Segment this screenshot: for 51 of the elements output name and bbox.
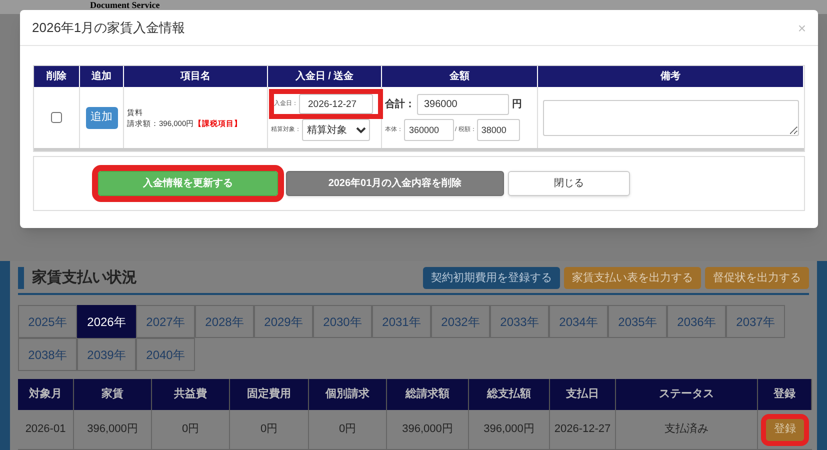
logo-subtitle: Document Service: [90, 0, 160, 10]
action-button[interactable]: 契約初期費用を登録する: [423, 267, 560, 289]
settle-select[interactable]: 精算対象: [302, 119, 370, 141]
table-cell: 396,000円: [74, 410, 152, 449]
year-tab[interactable]: 2028年: [195, 305, 254, 338]
table-cell: 396,000円: [469, 410, 550, 449]
tax-field[interactable]: 38000: [477, 119, 520, 141]
year-tab[interactable]: 2029年: [254, 305, 313, 338]
table-cell: 支払済み: [616, 410, 758, 449]
year-tab[interactable]: 2036年: [667, 305, 726, 338]
table-cell: 0円: [309, 410, 387, 449]
year-tab[interactable]: 2037年: [726, 305, 785, 338]
date-field[interactable]: 2026-12-27: [299, 94, 373, 114]
year-tab[interactable]: 2035年: [608, 305, 667, 338]
modal-title: 2026年1月の家賃入金情報: [32, 18, 186, 37]
year-tab[interactable]: 2031年: [372, 305, 431, 338]
year-tab[interactable]: 2033年: [490, 305, 549, 338]
column-header: 項目名: [124, 66, 268, 87]
table-cell: 2026-12-27: [550, 410, 616, 449]
year-tab[interactable]: 2040年: [136, 338, 195, 371]
register-button[interactable]: 登録: [766, 418, 804, 440]
column-header: 追加: [80, 66, 124, 87]
column-header: 削除: [34, 66, 80, 87]
remarks-field[interactable]: [543, 100, 799, 136]
delete-checkbox[interactable]: [51, 112, 62, 123]
table-cell: 0円: [230, 410, 309, 449]
action-button[interactable]: 家賃支払い表を出力する: [564, 267, 701, 289]
table-cell: 396,000円: [387, 410, 469, 449]
year-tab[interactable]: 2038年: [18, 338, 77, 371]
total-label: 合計：: [385, 98, 415, 112]
add-button[interactable]: 追加: [86, 106, 118, 128]
dialog-button[interactable]: 2026年01月の入金内容を削除: [286, 171, 504, 196]
table-cell: 2026-01: [18, 410, 74, 449]
column-header: 入金日 / 送金: [268, 66, 382, 87]
column-header: 金額: [382, 66, 538, 87]
base-field[interactable]: 360000: [404, 119, 454, 141]
close-button[interactable]: ×: [798, 20, 806, 34]
table-cell: 0円: [152, 410, 230, 449]
year-tab[interactable]: 2039年: [77, 338, 136, 371]
year-tab[interactable]: 2034年: [549, 305, 608, 338]
year-tab[interactable]: 2026年: [77, 305, 136, 338]
total-field[interactable]: 396000: [417, 94, 509, 115]
yen-unit: 円: [512, 98, 522, 112]
year-tab[interactable]: 2027年: [136, 305, 195, 338]
dialog-button[interactable]: 閉じる: [508, 171, 630, 196]
column-header: 備考: [538, 66, 804, 87]
section-title: 家賃支払い状況: [18, 267, 137, 289]
year-tab[interactable]: 2032年: [431, 305, 490, 338]
action-button[interactable]: 督促状を出力する: [705, 267, 809, 289]
year-tab[interactable]: 2030年: [313, 305, 372, 338]
year-tab[interactable]: 2025年: [18, 305, 77, 338]
